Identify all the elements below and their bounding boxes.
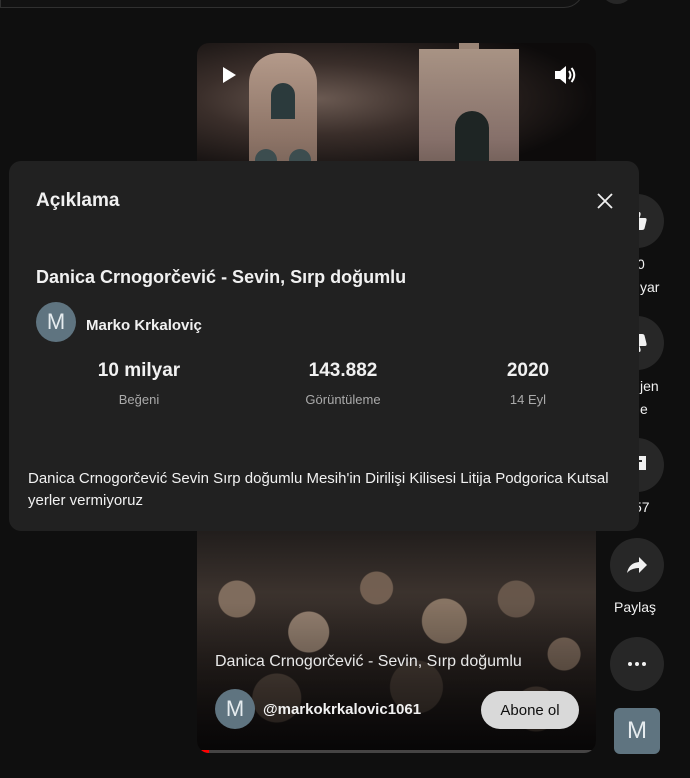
stat-date: 2020 14 Eyl [448, 360, 608, 407]
like-label: yar [640, 279, 660, 295]
stat-label: Görüntüleme [305, 392, 381, 407]
volume-icon[interactable] [553, 63, 579, 87]
description-panel: Açıklama Danica Crnogorčević - Sevin, Sı… [9, 161, 639, 531]
search-box[interactable] [0, 0, 584, 8]
share-icon [627, 557, 647, 573]
stat-value: 143.882 [308, 360, 378, 381]
stat-value: 2020 [506, 360, 550, 381]
panel-title: Açıklama [36, 190, 120, 211]
stat-label: 14 Eyl [509, 392, 547, 407]
progress-bar[interactable] [197, 750, 596, 753]
channel-handle[interactable]: @markokrkalovic1061 [263, 701, 421, 718]
more-horiz-icon [628, 662, 646, 666]
progress-fill [197, 750, 209, 753]
close-button[interactable] [589, 185, 621, 217]
dislike-label-2: e [640, 401, 648, 417]
dislike-label: jen [640, 378, 659, 394]
stat-likes: 10 milyar Beğeni [59, 360, 219, 407]
top-bar [0, 0, 690, 8]
subscribe-button[interactable]: Abone ol [481, 691, 579, 729]
more-button[interactable] [610, 637, 664, 691]
description-video-title: Danica Crnogorčević - Sevin, Sırp doğuml… [36, 267, 407, 287]
share-button[interactable] [610, 538, 664, 592]
stat-views: 143.882 Görüntüleme [263, 360, 423, 407]
share-label: Paylaş [614, 599, 657, 615]
stat-value: 10 milyar [97, 360, 181, 381]
author-avatar[interactable]: M [36, 302, 76, 342]
play-icon[interactable] [219, 65, 239, 85]
channel-avatar[interactable]: M [215, 689, 255, 729]
author-name[interactable]: Marko Krkaloviç [86, 317, 202, 334]
close-icon [597, 193, 613, 209]
audio-thumbnail[interactable]: M [614, 708, 660, 754]
description-text: Danica Crnogorčević Sevin Sırp doğumlu M… [28, 470, 609, 509]
video-title[interactable]: Danica Crnogorčević - Sevin, Sırp doğuml… [215, 653, 522, 671]
top-action-button[interactable] [600, 0, 634, 4]
stat-label: Beğeni [118, 392, 160, 407]
